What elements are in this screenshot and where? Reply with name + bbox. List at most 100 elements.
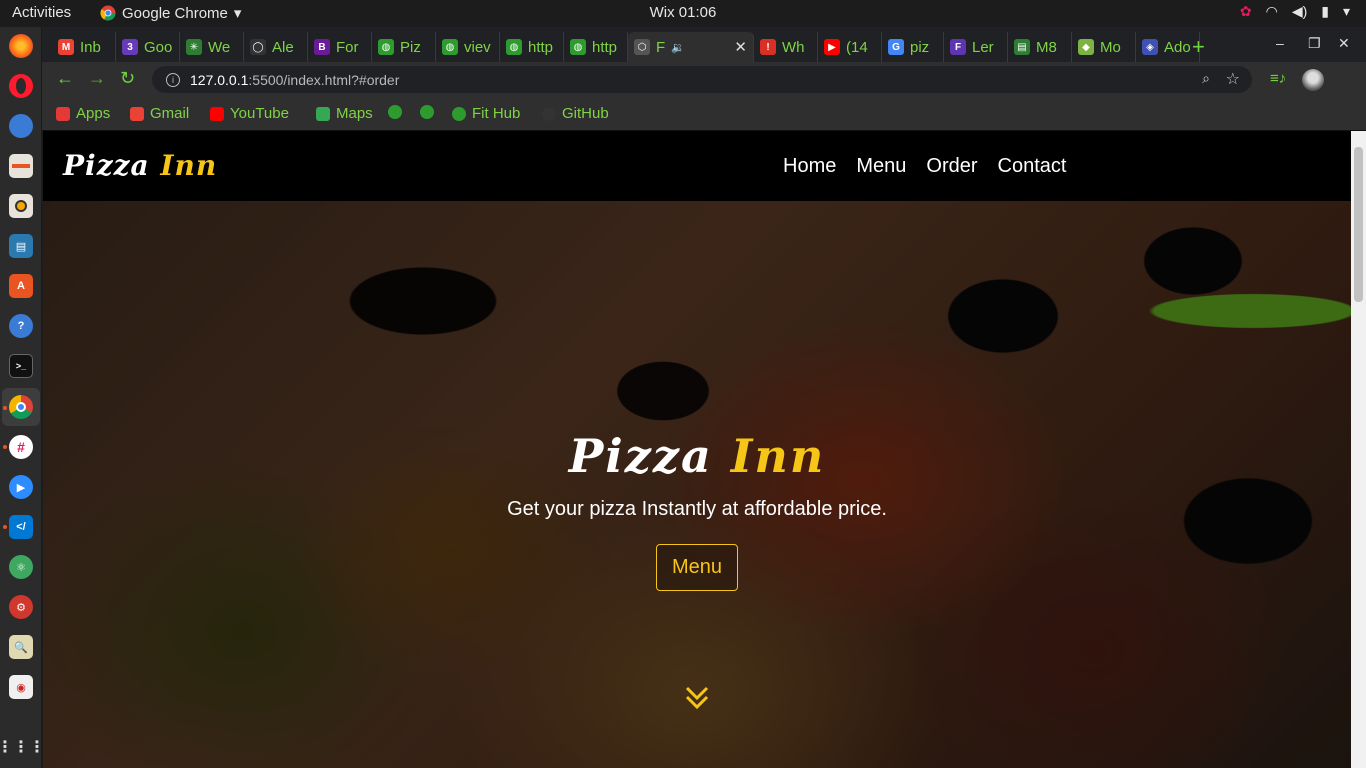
reload-button[interactable]: ↻: [120, 68, 135, 89]
media-control-icon[interactable]: ≡♪: [1270, 70, 1286, 87]
tab-label: Goo: [144, 38, 173, 56]
screenshot-icon[interactable]: ◉: [9, 675, 33, 699]
bookmark-label: Fit Hub: [472, 105, 521, 122]
tab-12[interactable]: Gpiz: [882, 32, 944, 62]
app-menu-label: Google Chrome: [122, 4, 228, 22]
bookmark-item-0[interactable]: Apps: [56, 105, 110, 122]
tab-favicon-icon: M: [58, 39, 74, 55]
tab-1[interactable]: 3 Goo: [116, 32, 180, 62]
chrome-dock-icon[interactable]: [9, 395, 33, 419]
bookmarks-bar: Apps Gmail YouTube Maps Fit Hub GitHub: [42, 97, 1366, 131]
tab-2[interactable]: ✳ We: [180, 32, 244, 62]
volume-icon[interactable]: ◀): [1292, 3, 1307, 20]
tab-5[interactable]: ◍ Piz: [372, 32, 436, 62]
dock: ▤ A ? >_ # ▶ </ ⚛ ⚙ 🔍 ◉ ⋮⋮⋮: [0, 27, 45, 768]
bookmark-item-5[interactable]: [420, 105, 440, 119]
battery-icon[interactable]: ▮: [1321, 3, 1329, 20]
writer-icon[interactable]: ▤: [9, 234, 33, 258]
show-apps-icon[interactable]: ⋮⋮⋮: [0, 735, 45, 759]
tab-16[interactable]: ◈ Ado: [1136, 32, 1200, 62]
tab-14[interactable]: ▤ M8: [1008, 32, 1072, 62]
tab-label: F: [656, 38, 666, 56]
bookmark-favicon-icon: [452, 106, 466, 121]
nav-link-home[interactable]: Home: [783, 155, 836, 178]
close-window-button[interactable]: ✕: [1338, 35, 1350, 52]
profile-avatar[interactable]: [1302, 69, 1324, 91]
nav-link-menu[interactable]: Menu: [856, 155, 906, 178]
bookmark-label: Gmail: [150, 105, 190, 122]
tab-13[interactable]: F Ler: [944, 32, 1008, 62]
tab-label: piz: [910, 38, 930, 56]
tab-favicon-icon: G: [888, 39, 904, 55]
opera-icon[interactable]: [9, 74, 33, 98]
settings-tool-icon[interactable]: ⚙: [9, 595, 33, 619]
tab-close-icon[interactable]: ✕: [734, 38, 747, 56]
tab-label: http: [592, 38, 618, 56]
help-icon[interactable]: ?: [9, 314, 33, 338]
scroll-down-chevron-icon[interactable]: [684, 685, 710, 711]
tab-label: Ado: [1164, 38, 1191, 56]
tab-0[interactable]: M Inb: [52, 32, 116, 62]
nav-link-order[interactable]: Order: [926, 155, 977, 178]
bookmark-star-icon[interactable]: ☆: [1226, 69, 1240, 89]
atom-icon[interactable]: ⚛: [9, 555, 33, 579]
tab-favicon-icon: ◍: [442, 39, 458, 55]
info-icon[interactable]: i: [166, 72, 180, 87]
bookmark-item-2[interactable]: YouTube: [210, 105, 289, 122]
tab-3[interactable]: ◯ Ale: [244, 32, 308, 62]
zoom-icon[interactable]: ▶: [9, 475, 33, 499]
address-bar[interactable]: i 127.0.0.1:5500/index.html?#order ⌕ ☆: [152, 66, 1252, 93]
back-button[interactable]: ←: [56, 68, 74, 89]
tab-7[interactable]: ◍ http: [500, 32, 564, 62]
forward-button[interactable]: →: [88, 68, 106, 89]
tab-8[interactable]: ◍ http: [564, 32, 628, 62]
tab-label: Ale: [272, 38, 294, 56]
thunderbird-icon[interactable]: [9, 114, 33, 138]
bookmark-favicon-icon: [420, 105, 434, 119]
tab-strip: M Inb 3 Goo ✳ We ◯ Ale B For ◍ Piz ◍ viev ◍ http ◍ http ⬡ F…: [42, 27, 1366, 62]
bookmark-item-6[interactable]: Fit Hub: [452, 105, 520, 122]
bookmark-item-3[interactable]: Maps: [316, 105, 373, 122]
terminal-icon[interactable]: >_: [9, 354, 33, 378]
bookmark-item-4[interactable]: [388, 105, 408, 119]
url-host: 127.0.0.1: [190, 71, 249, 88]
tab-9[interactable]: ⬡ F 🔉 ✕: [628, 32, 754, 62]
page-scrollbar[interactable]: [1351, 131, 1366, 768]
tab-audio-icon[interactable]: 🔉: [671, 41, 685, 54]
hero-menu-button[interactable]: Menu: [656, 544, 738, 591]
vscode-icon[interactable]: </: [9, 515, 33, 539]
restore-button[interactable]: ❐: [1308, 35, 1321, 52]
bookmark-favicon-icon: [130, 106, 144, 121]
app-menu[interactable]: Google Chrome ▾: [100, 4, 241, 22]
bookmark-item-7[interactable]: GitHub: [542, 105, 609, 122]
zoom-icon[interactable]: ⌕: [1202, 70, 1210, 87]
wifi-icon[interactable]: ◠: [1266, 3, 1278, 20]
slack-icon[interactable]: #: [9, 435, 33, 459]
scrollbar-thumb[interactable]: [1354, 147, 1363, 302]
image-viewer-icon[interactable]: 🔍: [9, 635, 33, 659]
system-tray[interactable]: ✿ ◠ ◀) ▮ ▾: [1240, 3, 1350, 20]
minimize-button[interactable]: –: [1276, 35, 1284, 51]
software-center-icon[interactable]: A: [9, 274, 33, 298]
activities-button[interactable]: Activities: [12, 4, 71, 21]
bookmark-item-1[interactable]: Gmail: [130, 105, 189, 122]
site-logo[interactable]: Pizza Inn: [63, 149, 217, 182]
tab-label: M8: [1036, 38, 1057, 56]
tab-4[interactable]: B For: [308, 32, 372, 62]
tab-favicon-icon: ◍: [570, 39, 586, 55]
slack-tray-icon[interactable]: ✿: [1240, 3, 1252, 20]
tab-11[interactable]: ▶ (14: [818, 32, 882, 62]
nav-link-contact[interactable]: Contact: [998, 155, 1067, 178]
clock[interactable]: Wix 01:06: [650, 4, 717, 21]
system-top-bar: Activities Google Chrome ▾ Wix 01:06 ✿ ◠…: [0, 0, 1366, 27]
tab-15[interactable]: ◆ Mo: [1072, 32, 1136, 62]
tab-6[interactable]: ◍ viev: [436, 32, 500, 62]
new-tab-button[interactable]: +: [1192, 34, 1205, 60]
tab-10[interactable]: ! Wh: [754, 32, 818, 62]
rhythmbox-icon[interactable]: [9, 194, 33, 218]
tab-label: For: [336, 38, 359, 56]
files-icon[interactable]: [9, 154, 33, 178]
bookmark-label: GitHub: [562, 105, 609, 122]
firefox-icon[interactable]: [9, 34, 33, 58]
system-menu-chevron-icon[interactable]: ▾: [1343, 3, 1350, 20]
